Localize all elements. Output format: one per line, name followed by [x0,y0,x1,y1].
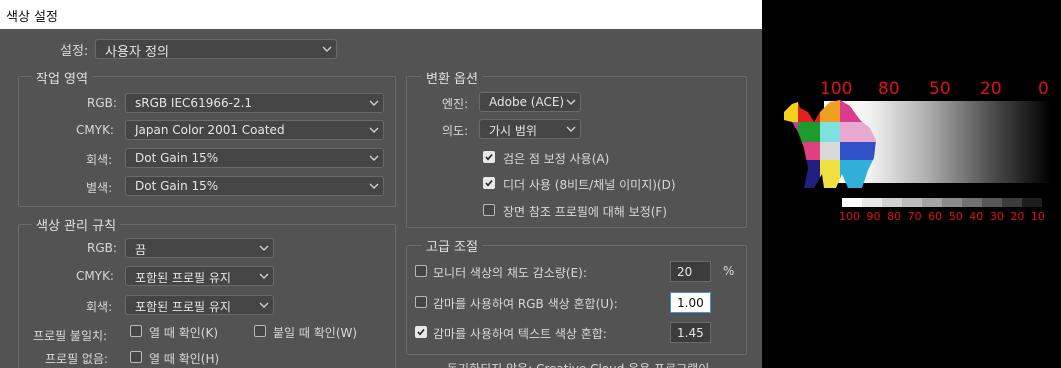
workspace-rgb-select[interactable]: sRGB IEC61966-2.1 [125,93,384,113]
blend-text-gamma-value: 1.45 [677,326,704,340]
settings-preset-select[interactable]: 사용자 정의 [95,39,337,60]
intent-select[interactable]: 가시 범위 [479,119,581,139]
chevron-down-icon [259,302,269,308]
calibration-preview: 100 80 50 20 0 100 90 80 70 60 50 40 30 … [762,0,1061,368]
mismatch-open-checkbox[interactable] [130,325,142,337]
black-point-label: 검은 점 보정 사용(A) [503,152,610,166]
missing-open-label: 열 때 확인(H) [149,352,220,366]
policy-rgb-value: 끔 [135,243,147,257]
missing-profile-label: 프로필 없음: [45,352,109,366]
bottom-scale-label: 40 [969,210,984,223]
policy-cmyk-select[interactable]: 포함된 프로필 유지 [125,266,274,286]
workspace-rgb-value: sRGB IEC61966-2.1 [135,96,253,110]
desaturate-label: 모니터 색상의 채도 감소량(E): [433,266,587,280]
bottom-scale-label: 20 [1010,210,1025,223]
percent-unit: % [723,264,735,278]
sync-status-text: 동기화되지 않음: Creative Cloud 응용 프로그램이 [447,360,709,368]
desaturate-input[interactable]: 20 [670,261,711,282]
policy-cmyk-value: 포함된 프로필 유지 [135,271,231,285]
settings-preset-value: 사용자 정의 [105,45,169,60]
conversion-options-title: 변환 옵션 [422,68,482,87]
chevron-down-icon [259,245,269,251]
workspace-rgb-label: RGB: [87,96,117,110]
missing-open-checkbox[interactable] [130,351,142,363]
blend-rgb-checkbox[interactable] [415,296,427,308]
advanced-controls-title: 고급 조절 [422,236,482,255]
checkmark-icon [417,328,425,336]
intent-label: 의도: [442,124,469,138]
bottom-scale-label: 70 [907,210,922,223]
workspace-gray-select[interactable]: Dot Gain 15% [125,148,384,168]
chevron-down-icon [566,126,576,132]
mismatch-paste-checkbox[interactable] [254,325,266,337]
workspace-spot-select[interactable]: Dot Gain 15% [125,176,384,196]
chevron-down-icon [259,273,269,279]
bottom-scale-label: 10 [1030,210,1045,223]
chevron-down-icon [369,100,379,106]
desaturate-value: 20 [677,265,693,279]
top-scale-label: 50 [929,79,951,99]
working-spaces-title: 작업 영역 [32,68,92,87]
policy-gray-value: 포함된 프로필 유지 [135,300,231,314]
window-title: 색상 설정 [6,10,58,25]
policy-rgb-select[interactable]: 끔 [125,238,274,258]
intent-value: 가시 범위 [489,124,537,138]
top-scale-label: 20 [980,79,1002,99]
settings-label: 설정: [60,44,89,59]
policy-gray-select[interactable]: 포함된 프로필 유지 [125,295,274,315]
blend-text-checkbox[interactable] [415,326,427,338]
bottom-scale-label: 30 [989,210,1004,223]
bottom-scale: 100 90 80 70 60 50 40 30 20 10 [839,210,1045,223]
chevron-down-icon [566,99,576,105]
policy-gray-label: 회색: [86,300,113,314]
bottom-scale-label: 90 [866,210,881,223]
dither-label: 디더 사용 (8비트/채널 이미지)(D) [503,178,676,192]
checkmark-icon [485,153,493,161]
engine-value: Adobe (ACE) [489,95,565,109]
color-settings-dialog: 색상 설정 설정: 사용자 정의 작업 영역 RGB: sRGB IEC6196… [0,0,762,368]
workspace-spot-value: Dot Gain 15% [135,179,219,193]
workspace-cmyk-value: Japan Color 2001 Coated [135,123,285,137]
scene-referred-label: 장면 참조 프로필에 대해 보정(F) [503,205,668,219]
workspace-cmyk-select[interactable]: Japan Color 2001 Coated [125,120,384,140]
chevron-down-icon [369,127,379,133]
bottom-scale-label: 50 [948,210,963,223]
top-scale-label: 0 [1038,79,1049,99]
bottom-scale-label: 100 [839,210,860,223]
workspace-cmyk-label: CMYK: [76,123,114,137]
chevron-down-icon [369,183,379,189]
blend-rgb-gamma-value: 1.00 [677,296,704,310]
checkmark-icon [485,179,493,187]
mismatch-open-label: 열 때 확인(K) [149,326,219,340]
desaturate-checkbox[interactable] [415,265,427,277]
bottom-scale-label: 80 [887,210,902,223]
dither-checkbox[interactable] [483,177,495,189]
bottom-scale-label: 60 [928,210,943,223]
title-bar: 색상 설정 [0,0,762,29]
workspace-gray-label: 회색: [86,153,113,167]
policies-title: 색상 관리 규칙 [32,215,121,234]
camel-color-chart-icon [784,100,876,188]
blend-rgb-gamma-input[interactable]: 1.00 [670,292,711,313]
chevron-down-icon [369,155,379,161]
top-scale-label: 80 [878,79,900,99]
blend-text-label: 감마를 사용하여 텍스트 색상 혼합: [433,327,607,341]
profile-mismatch-label: 프로필 불일치: [33,329,108,343]
blend-rgb-label: 감마를 사용하여 RGB 색상 혼합(U): [433,297,618,311]
engine-select[interactable]: Adobe (ACE) [479,92,581,112]
engine-label: 엔진: [442,97,469,111]
policy-rgb-label: RGB: [87,241,117,255]
blend-text-gamma-input[interactable]: 1.45 [670,322,711,343]
step-wedge [842,198,1042,207]
policy-cmyk-label: CMYK: [76,269,114,283]
top-scale-label: 100 [820,79,853,99]
workspace-spot-label: 별색: [86,181,113,195]
black-point-checkbox[interactable] [483,151,495,163]
workspace-gray-value: Dot Gain 15% [135,151,219,165]
chevron-down-icon [322,46,332,52]
scene-referred-checkbox[interactable] [483,204,495,216]
mismatch-paste-label: 붙일 때 확인(W) [273,326,358,340]
